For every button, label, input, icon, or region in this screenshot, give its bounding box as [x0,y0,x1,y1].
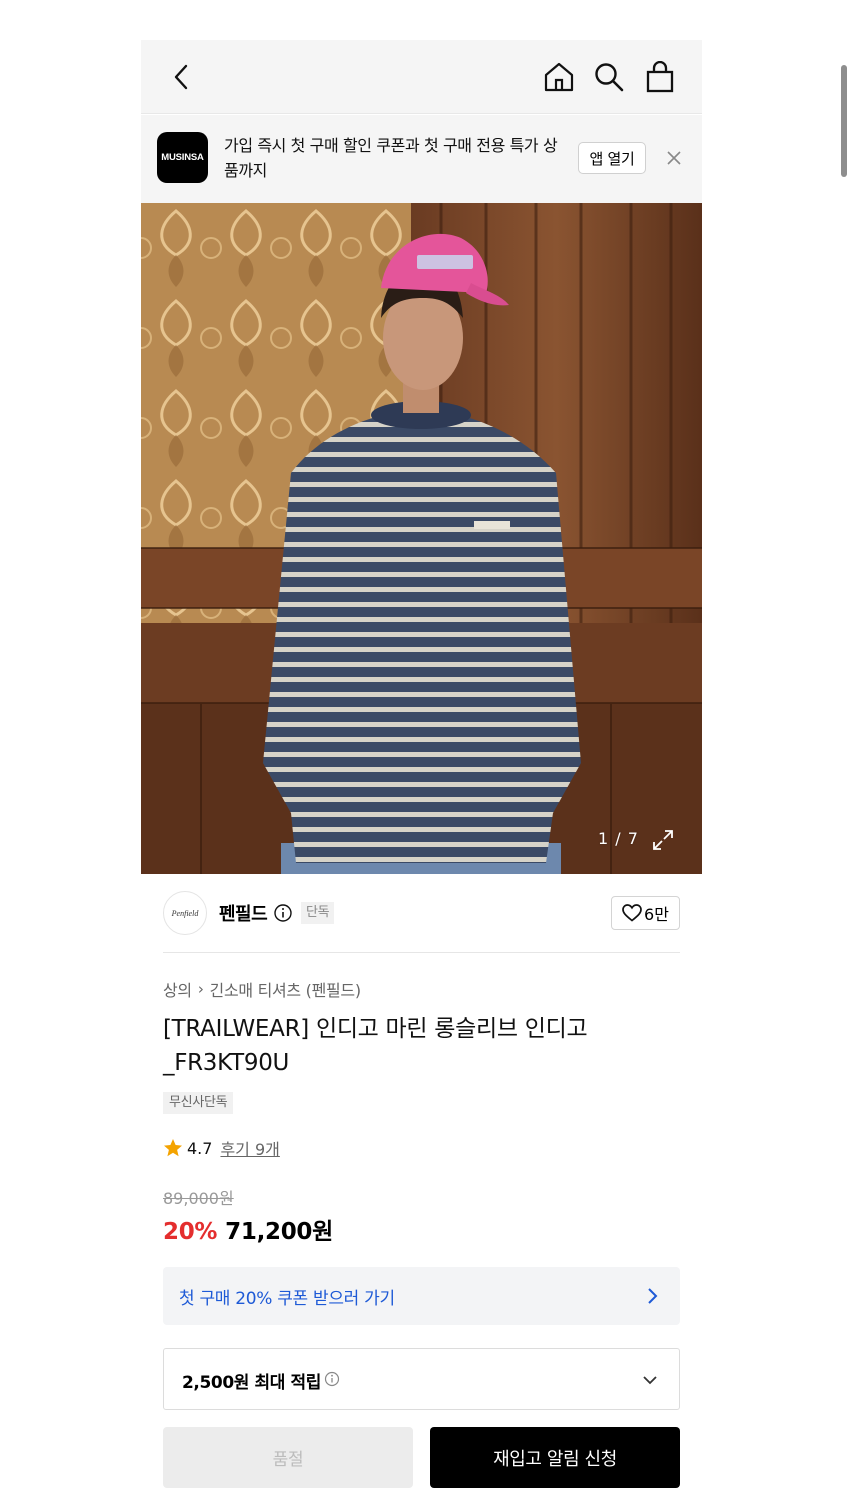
price-row: 20% 71,200원 [163,1212,333,1246]
like-count: 6만 [644,905,669,924]
close-banner-button[interactable] [663,147,685,169]
sale-price: 71,200원 [225,1219,333,1245]
exclusive-badge: 무신사단독 [163,1092,234,1114]
brand-logo[interactable]: Penfield [163,891,207,935]
musinsa-logo: MUSINSA [157,132,208,183]
brand-name[interactable]: 펜필드 [219,900,268,926]
breadcrumb-item-subcategory[interactable]: 긴소매 티셔츠 (펜필드) [210,977,362,1001]
breadcrumb: 상의 › 긴소매 티셔츠 (펜필드) [163,977,361,1001]
points-accordion[interactable]: 2,500원 최대 적립 [163,1348,680,1410]
product-photo [141,203,702,874]
discount-rate: 20% [163,1219,218,1245]
image-counter: 1 / 7 [598,829,639,848]
chevron-left-icon [174,64,188,90]
restock-alert-button[interactable]: 재입고 알림 신청 [430,1427,680,1488]
mobile-page: MUSINSA 가입 즉시 첫 구매 할인 쿠폰과 첫 구매 전용 특가 상품까… [141,40,702,1500]
brand-exclusive-tag: 단독 [301,902,335,924]
heart-icon [622,904,642,922]
expand-icon [653,830,673,850]
like-button[interactable]: 6만 [611,896,680,930]
search-button[interactable] [590,58,628,96]
points-text: 2,500원 최대 적립 [182,1373,322,1393]
rating-row: 4.7 후기 9개 [163,1136,280,1160]
open-app-button[interactable]: 앱 열기 [578,142,646,174]
back-button[interactable] [163,58,199,96]
shopping-bag-icon [646,61,674,93]
product-title: [TRAILWEAR] 인디고 마린 롱슬리브 인디고_FR3KT90U [163,1016,588,1076]
brand-info-button[interactable] [274,904,292,922]
chevron-down-icon [643,1376,657,1385]
close-icon [667,151,681,165]
coupon-text: 첫 구매 20% 쿠폰 받으러 가기 [179,1289,395,1309]
reviews-link[interactable]: 후기 9개 [220,1136,279,1160]
chevron-right-icon [648,1288,658,1304]
rating-value: 4.7 [187,1138,213,1158]
home-icon [544,62,574,92]
search-icon [595,63,624,92]
top-navigation [141,40,702,114]
brand-row: Penfield 펜필드 단독 6만 [163,890,680,953]
expand-image-button[interactable] [651,828,675,852]
breadcrumb-item-category[interactable]: 상의 [163,977,192,1001]
info-icon[interactable] [324,1371,340,1387]
first-purchase-coupon-button[interactable]: 첫 구매 20% 쿠폰 받으러 가기 [163,1267,680,1325]
product-image-gallery[interactable]: 1 / 7 [141,203,702,874]
info-icon [274,904,292,922]
home-button[interactable] [540,58,578,96]
app-banner-message: 가입 즉시 첫 구매 할인 쿠폰과 첫 구매 전용 특가 상품까지 [224,136,558,180]
soldout-button: 품절 [163,1427,413,1488]
app-install-banner: MUSINSA 가입 즉시 첫 구매 할인 쿠폰과 첫 구매 전용 특가 상품까… [141,115,702,203]
chevron-right-icon: › [197,980,204,998]
star-icon [164,1139,182,1157]
page-scrollbar[interactable] [841,65,847,177]
original-price: 89,000원 [163,1189,234,1208]
cart-button[interactable] [641,58,679,96]
